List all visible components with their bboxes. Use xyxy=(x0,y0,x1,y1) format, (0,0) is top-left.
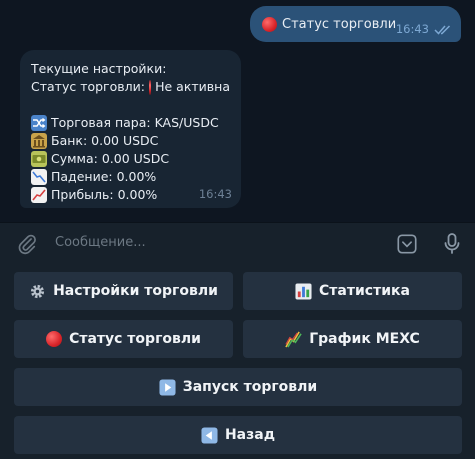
reverse-icon xyxy=(201,426,218,444)
red-circle-icon xyxy=(46,331,63,347)
red-circle-icon xyxy=(262,16,277,32)
chart-increasing-icon xyxy=(31,187,47,203)
reply-keyboard: Настройки торговли Статистика Статус тор… xyxy=(0,264,475,459)
mexc-chart-button[interactable]: График MEXC xyxy=(243,320,462,358)
incoming-message-time: 16:43 xyxy=(198,187,232,201)
microphone-icon[interactable] xyxy=(442,232,462,256)
trade-status-button-label: Статус торговли xyxy=(69,331,201,347)
chart-decreasing-icon xyxy=(31,169,47,185)
bar-chart-icon xyxy=(295,282,312,300)
message-composer: Сообщение... xyxy=(0,222,475,264)
money-icon xyxy=(31,151,47,167)
back-label: Назад xyxy=(224,427,276,443)
start-trading-button[interactable]: Запуск торговли xyxy=(14,368,462,406)
mexc-chart-label: График MEXC xyxy=(309,331,420,347)
trade-status-label: Статус торговли: xyxy=(31,79,145,94)
outgoing-message-text: Статус торговли xyxy=(282,16,397,32)
trade-settings-label: Настройки торговли xyxy=(53,283,218,299)
gear-icon xyxy=(30,284,45,298)
outgoing-message[interactable]: Статус торговли 16:43 xyxy=(250,6,461,42)
back-button[interactable]: Назад xyxy=(14,416,462,454)
drop-text: Падение: 0.00% xyxy=(51,169,157,184)
outgoing-message-time: 16:43 xyxy=(395,22,429,36)
incoming-message[interactable]: Текущие настройки: Статус торговли: Не а… xyxy=(20,50,241,208)
settings-heading: Текущие настройки: xyxy=(31,61,167,76)
message-input[interactable]: Сообщение... xyxy=(55,235,146,250)
double-check-icon xyxy=(434,24,451,35)
statistics-button[interactable]: Статистика xyxy=(243,272,462,310)
bot-keyboard-icon[interactable] xyxy=(396,233,418,255)
chat-area: Статус торговли 16:43 Текущие настройки:… xyxy=(0,0,475,222)
statistics-label: Статистика xyxy=(319,283,410,299)
play-icon xyxy=(159,378,176,396)
profit-text: Прибыль: 0.00% xyxy=(51,187,158,202)
shuffle-icon xyxy=(31,115,47,131)
chart-lines-icon xyxy=(285,331,302,347)
trade-status-value: Не активна xyxy=(155,79,230,94)
red-circle-icon xyxy=(148,79,152,95)
bank-text: Банк: 0.00 USDC xyxy=(51,133,159,148)
sum-text: Сумма: 0.00 USDC xyxy=(51,151,170,166)
trade-status-button[interactable]: Статус торговли xyxy=(14,320,233,358)
trade-settings-button[interactable]: Настройки торговли xyxy=(14,272,233,310)
trading-pair-text: Торговая пара: KAS/USDC xyxy=(51,115,219,130)
attach-icon[interactable] xyxy=(16,233,38,255)
bank-icon xyxy=(31,133,47,149)
start-trading-label: Запуск торговли xyxy=(182,379,318,395)
